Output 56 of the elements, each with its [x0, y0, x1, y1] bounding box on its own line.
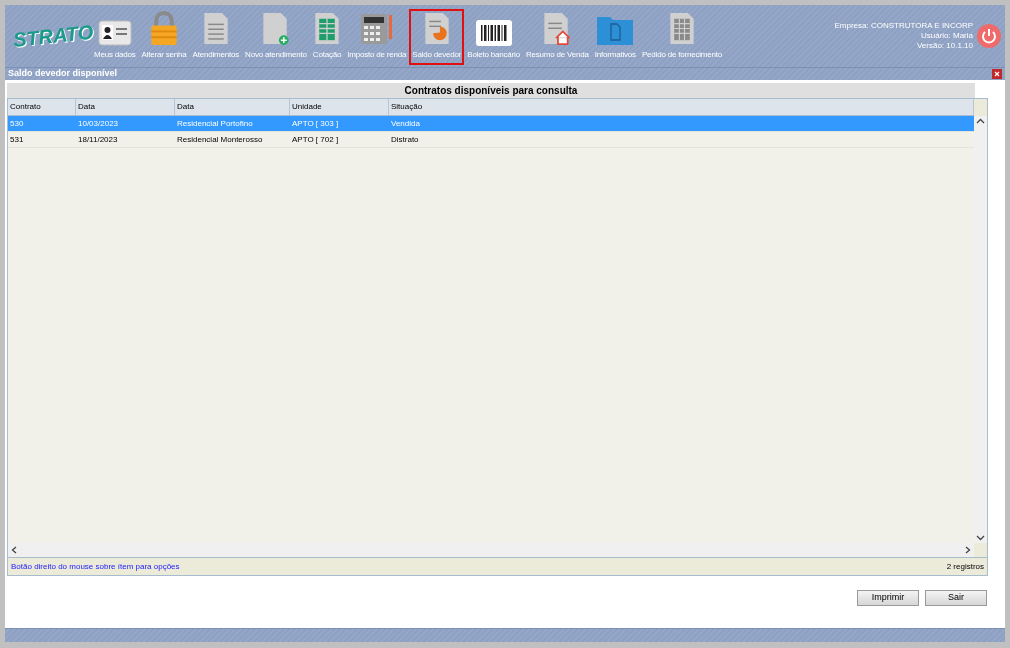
pie-chart-document-icon — [422, 11, 451, 46]
toolbar-button[interactable]: Alterar senha — [138, 9, 190, 65]
barcode-icon — [475, 20, 512, 46]
close-button[interactable] — [992, 69, 1002, 79]
toolbar-button[interactable]: Imposto de renda — [344, 9, 410, 65]
vertical-scrollbar[interactable] — [974, 99, 987, 543]
table-row[interactable]: 531 18/11/2023 Residencial Monterosso APTO [ 702 ] Distrato — [8, 132, 974, 148]
table-cell-text: 530 — [9, 118, 25, 130]
calculator-icon — [359, 12, 394, 46]
scroll-right-icon[interactable] — [964, 545, 972, 555]
toolbar-button[interactable]: Novo atendimento — [242, 9, 310, 65]
padlock-icon — [149, 11, 180, 46]
toolbar-button[interactable]: Saldo devedor — [409, 9, 465, 65]
scroll-down-icon[interactable] — [974, 533, 987, 543]
hint-text: Botão direito do mouse sobre ítem para opções — [11, 560, 180, 573]
logo: STRATO — [11, 19, 93, 52]
close-icon — [994, 71, 1000, 77]
window-title: Saldo devedor disponível — [8, 67, 118, 81]
table-title: Contratos disponíveis para consulta — [7, 83, 975, 98]
id-card-icon — [97, 20, 132, 46]
toolbar-button[interactable]: Boleto bancário — [464, 9, 523, 65]
session-info: Empresa: CONSTRUTORA E INCORP — [834, 21, 973, 31]
folder-icon — [596, 14, 635, 46]
table-cell-text: 531 — [9, 134, 25, 146]
column-header[interactable]: Contrato — [8, 99, 76, 115]
column-header[interactable]: Unidade — [290, 99, 389, 115]
table-cell-text: Residencial Portofino — [176, 118, 254, 130]
scrollbar-corner — [974, 99, 987, 116]
house-document-icon — [542, 11, 573, 46]
table-cell-text: Vendida — [390, 118, 421, 130]
toolbar-button[interactable]: Pedido de fornecimento — [638, 9, 726, 65]
document-icon — [201, 11, 230, 46]
session-info: Versão: 10.1.10 — [916, 41, 973, 51]
table-cell-text: Distrato — [390, 134, 420, 146]
toolbar-button[interactable]: Resumo de Venda — [522, 9, 592, 65]
column-header[interactable]: Data — [175, 99, 290, 115]
power-icon[interactable] — [977, 24, 1001, 48]
table-cell-text: 18/11/2023 — [77, 134, 119, 146]
table-cell-text: 10/03/2023 — [77, 118, 120, 130]
record-count: 2 registros — [946, 560, 984, 573]
action-button[interactable]: Imprimir — [857, 590, 919, 606]
table-row[interactable]: 530 10/03/2023 Residencial Portofino APTO [ 303 ] Vendida — [8, 116, 974, 132]
column-header[interactable]: Data — [76, 99, 175, 115]
table-cell-text: Residencial Monterosso — [176, 134, 264, 146]
action-button[interactable]: Sair — [925, 590, 987, 606]
spreadsheet-icon — [313, 11, 342, 46]
session-info: Usuário: Maria — [921, 31, 973, 41]
table-cell-text: APTO [ 303 ] — [291, 118, 340, 130]
table-cell-text: APTO [ 702 ] — [291, 134, 340, 146]
grid-document-icon — [667, 11, 696, 46]
toolbar-button[interactable]: Informativos — [591, 9, 639, 65]
new-document-icon — [260, 11, 291, 46]
scroll-up-icon[interactable] — [974, 116, 987, 126]
scroll-left-icon[interactable] — [10, 545, 18, 555]
toolbar-button[interactable]: Cotação — [309, 9, 345, 65]
toolbar-button[interactable]: Atendimentos — [189, 9, 243, 65]
